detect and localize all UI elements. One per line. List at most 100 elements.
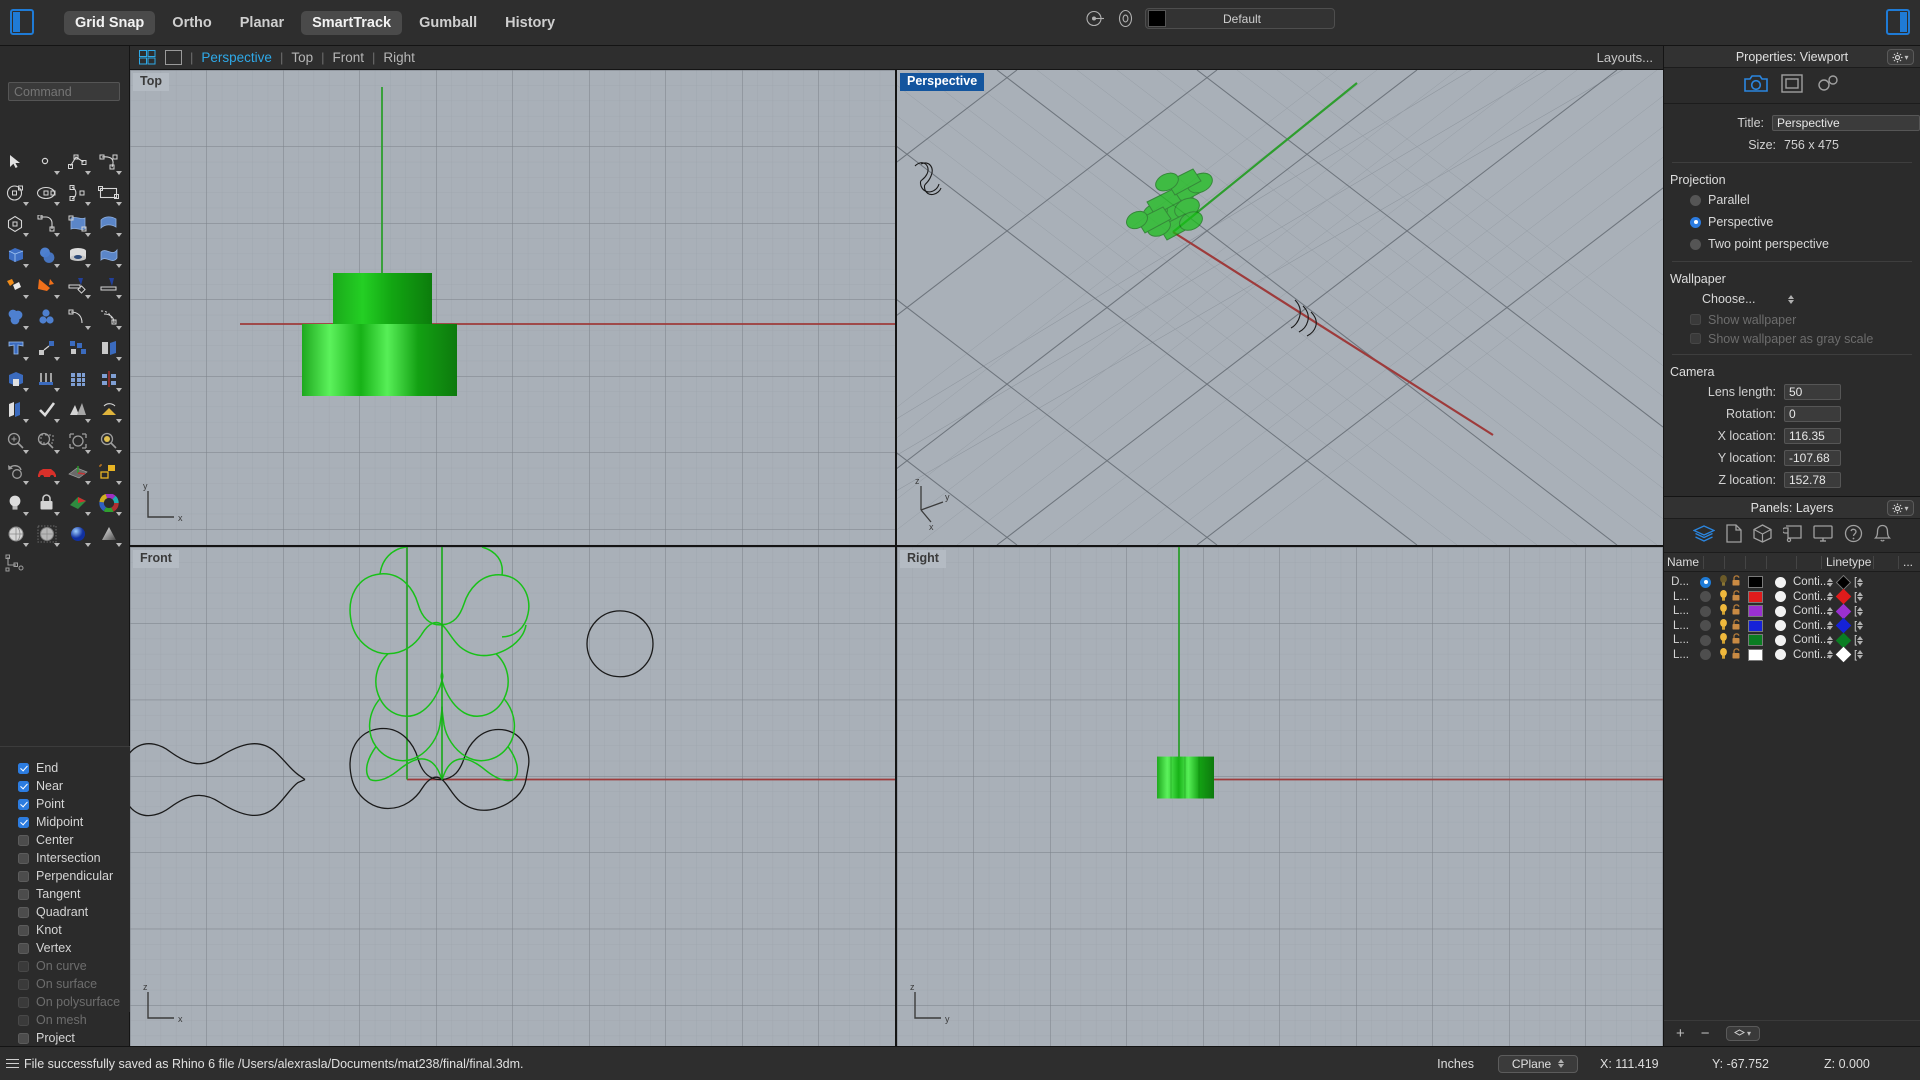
layer-material-icon[interactable] bbox=[1775, 620, 1786, 632]
camera-z-input[interactable] bbox=[1784, 472, 1841, 488]
osnap-quadrant-checkbox[interactable] bbox=[18, 906, 29, 918]
explode-tool[interactable] bbox=[0, 270, 31, 301]
projection-perspective-radio[interactable] bbox=[1690, 216, 1701, 228]
col-lock[interactable] bbox=[1746, 555, 1767, 569]
layer-tools-button[interactable]: ▾ bbox=[1725, 1026, 1760, 1041]
ellipse-tool[interactable] bbox=[31, 177, 62, 208]
projection-perspective-row[interactable]: Perspective bbox=[1664, 211, 1920, 233]
layer-material-icon[interactable] bbox=[1775, 576, 1786, 588]
projection-two-point-row[interactable]: Two point perspective bbox=[1664, 233, 1920, 255]
object-color-icon[interactable] bbox=[1115, 8, 1136, 29]
linetype-stepper-icon[interactable] bbox=[1827, 650, 1833, 660]
layer-linetype[interactable]: Conti... bbox=[1793, 576, 1829, 588]
col-visible[interactable] bbox=[1725, 555, 1746, 569]
viewport-tab-front[interactable]: Front bbox=[333, 50, 365, 65]
object-color-swatch[interactable] bbox=[1148, 10, 1166, 27]
osnap-knot[interactable]: Knot bbox=[18, 921, 130, 939]
ghosted-view-tool[interactable] bbox=[31, 518, 62, 549]
add-layer-button[interactable]: + bbox=[1676, 1025, 1685, 1042]
layer-print-color[interactable] bbox=[1835, 603, 1852, 620]
notifications-icon[interactable] bbox=[1873, 524, 1892, 548]
display-icon[interactable] bbox=[1813, 524, 1833, 548]
table-row[interactable]: L... Conti... [ bbox=[1664, 588, 1920, 605]
osnap-intersection[interactable]: Intersection bbox=[18, 849, 130, 867]
mode-gumball[interactable]: Gumball bbox=[408, 11, 488, 35]
osnap-midpoint[interactable]: Midpoint bbox=[18, 813, 130, 831]
layer-current-radio[interactable] bbox=[1700, 634, 1711, 646]
linetype-stepper-icon[interactable] bbox=[1827, 577, 1833, 587]
arc-tool[interactable] bbox=[62, 177, 93, 208]
viewport-perspective-label[interactable]: Perspective bbox=[900, 73, 985, 91]
layer-current-radio[interactable] bbox=[1700, 649, 1711, 661]
print-width-stepper-icon[interactable] bbox=[1857, 621, 1864, 631]
layer-material-icon[interactable] bbox=[1775, 634, 1786, 646]
mesh-tool[interactable] bbox=[62, 394, 93, 425]
mode-planar[interactable]: Planar bbox=[229, 11, 295, 35]
polyline-tool[interactable] bbox=[62, 146, 93, 177]
cube-icon[interactable] bbox=[1753, 523, 1772, 548]
osnap-on-surface-checkbox[interactable] bbox=[18, 978, 29, 990]
camera-rotation-input[interactable] bbox=[1784, 406, 1841, 422]
surface-from-curves-tool[interactable] bbox=[62, 208, 93, 239]
named-views-icon[interactable] bbox=[1781, 524, 1802, 548]
viewport-tab-right[interactable]: Right bbox=[383, 50, 415, 65]
layer-print-color[interactable] bbox=[1835, 617, 1852, 634]
viewport-tab-perspective[interactable]: Perspective bbox=[201, 50, 272, 65]
osnap-perpendicular-checkbox[interactable] bbox=[18, 870, 29, 882]
shaded-view-tool[interactable] bbox=[0, 518, 31, 549]
print-width-stepper-icon[interactable] bbox=[1857, 635, 1864, 645]
col-more[interactable]: ... bbox=[1899, 555, 1917, 569]
render-preview-tool[interactable] bbox=[93, 518, 124, 549]
osnap-near[interactable]: Near bbox=[18, 777, 130, 795]
layers-icon[interactable] bbox=[1692, 524, 1716, 547]
osnap-vertex-checkbox[interactable] bbox=[18, 942, 29, 954]
projection-parallel-radio[interactable] bbox=[1690, 194, 1701, 206]
layer-color-swatch[interactable] bbox=[1748, 576, 1763, 589]
print-width-stepper-icon[interactable] bbox=[1857, 606, 1864, 616]
curve-tool[interactable] bbox=[93, 146, 124, 177]
menu-icon[interactable] bbox=[6, 1056, 19, 1070]
table-row[interactable]: L... Conti... [ bbox=[1664, 617, 1920, 634]
osnap-project[interactable]: Project bbox=[18, 1029, 130, 1047]
camera-x-input[interactable] bbox=[1784, 428, 1841, 444]
osnap-on-polysurface-checkbox[interactable] bbox=[18, 996, 29, 1008]
print-width-stepper-icon[interactable] bbox=[1857, 650, 1864, 660]
lock-tool[interactable] bbox=[31, 487, 62, 518]
layer-current-radio[interactable] bbox=[1700, 620, 1711, 632]
circle-tool[interactable] bbox=[0, 177, 31, 208]
camera-y-input[interactable] bbox=[1784, 450, 1841, 466]
print-width-stepper-icon[interactable] bbox=[1857, 577, 1864, 587]
surface-patch-tool[interactable] bbox=[93, 239, 124, 270]
viewport-tab-top[interactable]: Top bbox=[291, 50, 313, 65]
linetype-stepper-icon[interactable] bbox=[1827, 592, 1833, 602]
viewport-front-label[interactable]: Front bbox=[133, 550, 179, 568]
linetype-stepper-icon[interactable] bbox=[1827, 621, 1833, 631]
zoom-window-tool[interactable] bbox=[31, 425, 62, 456]
wallpaper-choose-stepper-icon[interactable] bbox=[1787, 294, 1794, 304]
camera-icon[interactable] bbox=[1744, 74, 1768, 98]
col-current[interactable] bbox=[1704, 555, 1725, 569]
osnap-on-mesh[interactable]: On mesh bbox=[18, 1011, 130, 1029]
help-icon[interactable] bbox=[1844, 524, 1863, 548]
osnap-on-surface[interactable]: On surface bbox=[18, 975, 130, 993]
layer-color-swatch[interactable] bbox=[1748, 590, 1763, 603]
col-color[interactable] bbox=[1767, 555, 1797, 569]
array-tool[interactable] bbox=[62, 332, 93, 363]
cplane-select[interactable]: CPlane bbox=[1498, 1054, 1578, 1073]
layer-linetype[interactable]: Conti... bbox=[1793, 649, 1829, 661]
boolean-union-tool[interactable] bbox=[0, 301, 31, 332]
remove-layer-button[interactable]: − bbox=[1701, 1025, 1710, 1042]
lightbulb-icon[interactable] bbox=[1717, 647, 1730, 663]
offset-curve-tool[interactable] bbox=[62, 301, 93, 332]
single-view-layout-icon[interactable] bbox=[165, 50, 182, 65]
layer-material-icon[interactable] bbox=[1775, 605, 1786, 617]
mode-smarttrack[interactable]: SmartTrack bbox=[301, 11, 403, 35]
check-tool[interactable] bbox=[31, 394, 62, 425]
split-tool[interactable] bbox=[93, 270, 124, 301]
mode-grid-snap[interactable]: Grid Snap bbox=[64, 11, 156, 35]
mode-ortho[interactable]: Ortho bbox=[161, 11, 222, 35]
layer-current-radio[interactable] bbox=[1700, 591, 1711, 603]
polygon-tool[interactable] bbox=[0, 208, 31, 239]
object-props-tool[interactable] bbox=[93, 456, 124, 487]
object-layer-select[interactable]: Default bbox=[1145, 8, 1335, 29]
